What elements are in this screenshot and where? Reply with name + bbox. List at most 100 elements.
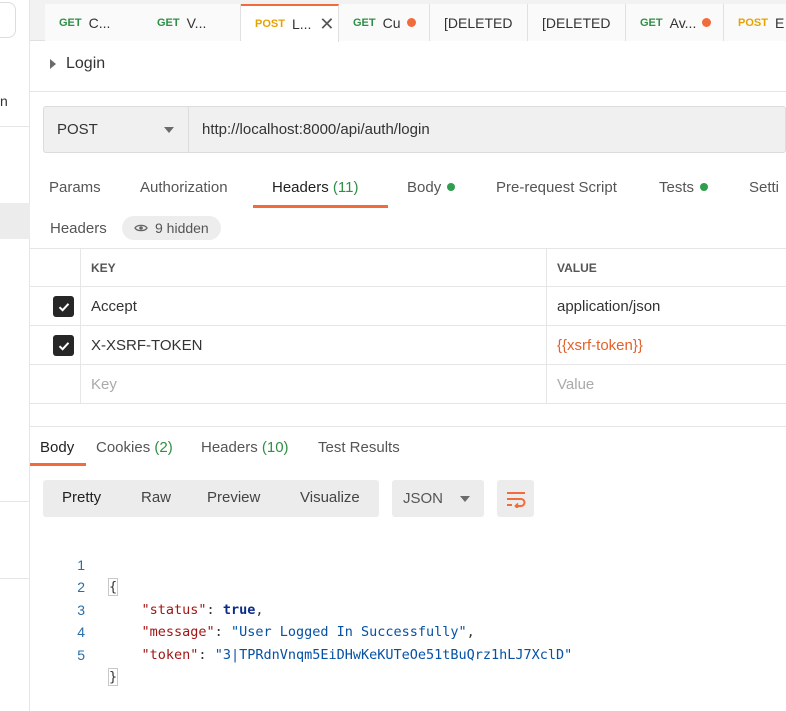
status-dot-icon: [447, 183, 456, 191]
header-value-cell[interactable]: application/json: [546, 287, 786, 325]
method-value: POST: [57, 121, 98, 138]
json-key: "token": [141, 646, 199, 663]
tab-cookies[interactable]: Cookies (2): [96, 439, 173, 456]
format-select[interactable]: JSON: [392, 480, 484, 517]
tab-prerequest-script[interactable]: Pre-request Script: [496, 179, 617, 196]
table-header-row: KEY VALUE: [30, 248, 786, 287]
method-select[interactable]: POST: [44, 107, 189, 152]
sidebar-selected-item[interactable]: [0, 203, 30, 239]
view-mode-group: Pretty Raw Preview Visualize: [43, 480, 379, 517]
url-bar: POST http://localhost:8000/api/auth/logi…: [43, 106, 786, 153]
table-row-empty: Key Value: [30, 365, 786, 404]
tab-body-label: Body: [407, 179, 442, 196]
hidden-headers-toggle[interactable]: 9 hidden: [122, 216, 221, 240]
request-tab[interactable]: POST E: [724, 4, 786, 41]
request-tab[interactable]: [DELETED: [430, 4, 528, 41]
table-row: Accept application/json: [30, 287, 786, 326]
request-tab[interactable]: GET Av...: [626, 4, 724, 41]
request-tab[interactable]: [DELETED: [528, 4, 626, 41]
tab-body[interactable]: Body: [407, 179, 456, 196]
checkmark-icon: [58, 341, 69, 351]
tab-name: [DELETED: [444, 14, 513, 31]
view-preview-button[interactable]: Preview: [207, 489, 260, 506]
wrap-lines-icon: [506, 491, 525, 508]
chevron-down-icon: [164, 126, 174, 133]
response-headers-count: (10): [261, 439, 289, 456]
divider: [30, 91, 786, 92]
header-value: application/json: [557, 297, 661, 315]
tab-response-headers-label: Headers: [201, 439, 258, 456]
tab-name: V...: [186, 14, 207, 31]
tab-method: POST: [738, 16, 768, 29]
active-tab-indicator: [30, 463, 86, 466]
header-key-cell[interactable]: Accept: [80, 287, 546, 325]
column-header-value: VALUE: [546, 249, 786, 286]
tab-authorization[interactable]: Authorization: [140, 179, 228, 196]
tab-cookies-label: Cookies: [96, 439, 151, 456]
new-key-input[interactable]: Key: [80, 365, 546, 403]
request-title[interactable]: Login: [50, 55, 105, 73]
tab-tests[interactable]: Tests: [659, 179, 709, 196]
tab-test-results[interactable]: Test Results: [318, 439, 400, 456]
header-key-cell[interactable]: X-XSRF-TOKEN: [80, 326, 546, 364]
view-visualize-button[interactable]: Visualize: [300, 489, 360, 506]
tab-headers[interactable]: Headers (11): [272, 179, 358, 196]
eye-icon: [134, 224, 148, 232]
header-value-cell[interactable]: {{xsrf-token}}: [546, 326, 786, 364]
code-line: 2 "status": true,: [30, 554, 786, 618]
url-value: http://localhost:8000/api/auth/login: [202, 121, 430, 138]
unsaved-dot-icon: [702, 18, 712, 27]
table-row: X-XSRF-TOKEN {{xsrf-token}}: [30, 326, 786, 365]
sidebar-divider: [0, 126, 30, 127]
header-enabled-checkbox[interactable]: [53, 296, 74, 317]
tab-response-body[interactable]: Body: [40, 439, 74, 456]
new-value-input[interactable]: Value: [546, 365, 786, 403]
request-tab[interactable]: GET V...: [143, 4, 241, 41]
tab-method: GET: [157, 16, 180, 29]
checkmark-icon: [58, 302, 69, 312]
response-tabs: Body Cookies (2) Headers (10) Test Resul…: [30, 436, 786, 468]
code-line: 4 "token": "3|TPRdnVnqm5EiDHwKeKUTeOe51t…: [30, 599, 786, 663]
active-tab-indicator: [253, 205, 388, 208]
tab-name: E: [774, 14, 785, 31]
request-tab[interactable]: GET Cu: [339, 4, 430, 41]
sidebar-divider: [0, 578, 30, 579]
headers-table: KEY VALUE Accept application/json X-XSRF…: [30, 248, 786, 404]
tab-settings[interactable]: Setti: [749, 179, 779, 196]
headers-label: Headers: [50, 220, 107, 237]
url-input[interactable]: http://localhost:8000/api/auth/login: [189, 107, 785, 152]
tab-method: GET: [353, 16, 376, 29]
request-tab[interactable]: GET C...: [45, 4, 144, 41]
header-enabled-checkbox[interactable]: [53, 335, 74, 356]
tab-method: POST: [255, 18, 285, 30]
code-line: 1 {: [30, 531, 786, 596]
hidden-count: 9 hidden: [155, 220, 209, 236]
tab-response-headers[interactable]: Headers (10): [201, 439, 289, 456]
view-raw-button[interactable]: Raw: [141, 489, 171, 506]
request-tabs: Params Authorization Headers (11) Body P…: [30, 176, 786, 208]
cookies-count: (2): [154, 439, 173, 456]
header-key: X-XSRF-TOKEN: [91, 336, 203, 354]
tab-headers-label: Headers: [272, 179, 329, 196]
value-placeholder: Value: [557, 375, 595, 393]
expand-caret-icon[interactable]: [50, 59, 56, 69]
line-number: 5: [77, 646, 85, 663]
request-tab-active[interactable]: POST L... ✕: [241, 4, 339, 42]
wrap-lines-button[interactable]: [497, 480, 534, 517]
response-body-editor[interactable]: 1 { 2 "status": true, 3 "message": "User…: [30, 531, 786, 686]
close-icon[interactable]: ✕: [319, 15, 334, 33]
tab-tests-label: Tests: [659, 179, 695, 196]
tab-params[interactable]: Params: [49, 179, 101, 196]
tab-name: C...: [88, 14, 111, 31]
request-name: Login: [66, 55, 106, 72]
tab-method: GET: [59, 16, 82, 29]
unsaved-dot-icon: [406, 18, 416, 27]
tab-name: Cu: [382, 14, 401, 31]
headers-count: (11): [332, 179, 359, 196]
status-dot-icon: [700, 183, 709, 191]
header-key: Accept: [91, 297, 137, 315]
tab-name: L...: [291, 16, 312, 32]
sidebar-collapse-handle[interactable]: [0, 2, 16, 38]
column-header-key: KEY: [80, 249, 546, 286]
view-pretty-button[interactable]: Pretty: [62, 489, 101, 506]
